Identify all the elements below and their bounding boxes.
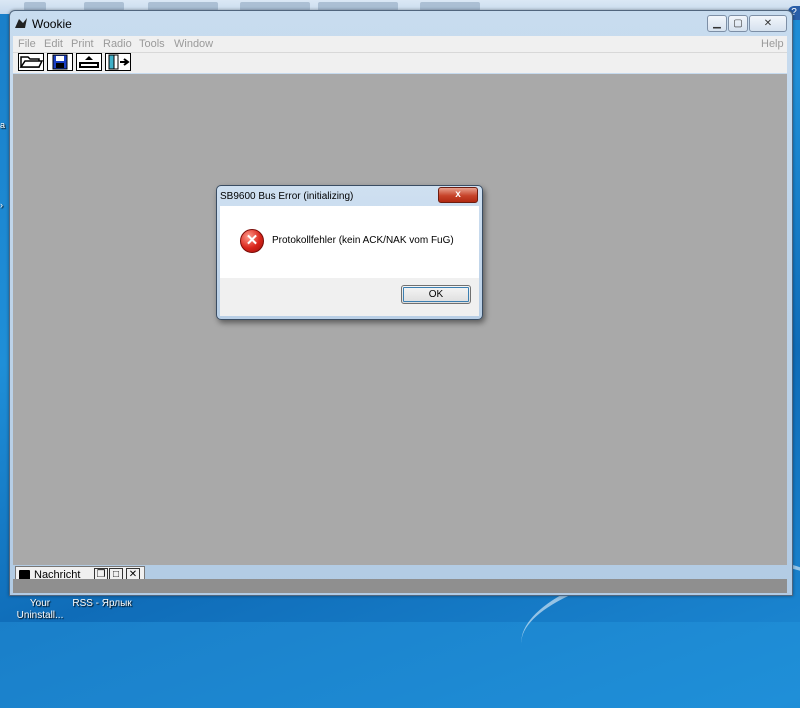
- desktop-icon-rss[interactable]: RSS - Ярлык: [70, 598, 134, 610]
- menu-tools[interactable]: Tools: [139, 38, 165, 50]
- radio-device-icon: [79, 56, 99, 68]
- dialog-footer: OK: [220, 278, 479, 316]
- menu-print[interactable]: Print: [71, 38, 94, 50]
- dialog-title: SB9600 Bus Error (initializing): [220, 191, 354, 202]
- menu-radio[interactable]: Radio: [103, 38, 132, 50]
- menu-bar: File Edit Print Radio Tools Window Help: [13, 36, 787, 53]
- window-title: Wookie: [32, 17, 72, 31]
- menu-file[interactable]: File: [18, 38, 36, 50]
- title-bar[interactable]: Wookie ▁ ▢ ✕: [10, 11, 792, 35]
- error-message: Protokollfehler (kein ACK/NAK vom FuG): [272, 235, 454, 246]
- app-icon: [15, 18, 27, 28]
- save-disk-icon: [52, 54, 68, 70]
- menu-edit[interactable]: Edit: [44, 38, 63, 50]
- maximize-button[interactable]: ▢: [728, 15, 748, 32]
- status-bar: [13, 579, 787, 593]
- dialog-close-button[interactable]: x: [438, 187, 478, 203]
- exit-door-icon: [108, 54, 130, 70]
- save-button[interactable]: [47, 53, 73, 71]
- desktop-edge-mark: ›: [0, 200, 3, 210]
- minimize-button[interactable]: ▁: [707, 15, 727, 32]
- error-dialog: SB9600 Bus Error (initializing) x ✕ Prot…: [216, 185, 483, 320]
- menu-window[interactable]: Window: [174, 38, 213, 50]
- close-button[interactable]: ✕: [749, 15, 787, 32]
- open-button[interactable]: [18, 53, 44, 71]
- menu-help[interactable]: Help: [761, 38, 784, 50]
- error-icon: ✕: [240, 229, 264, 253]
- open-folder-icon: [19, 56, 44, 68]
- toolbar: [13, 53, 787, 73]
- desktop-edge-mark: a: [0, 120, 6, 130]
- exit-button[interactable]: [105, 53, 131, 71]
- desktop-icon-uninstall[interactable]: Your Uninstall...: [12, 598, 68, 622]
- dialog-body: ✕ Protokollfehler (kein ACK/NAK vom FuG): [220, 206, 479, 278]
- radio-button[interactable]: [76, 53, 102, 71]
- ok-button[interactable]: OK: [401, 285, 471, 304]
